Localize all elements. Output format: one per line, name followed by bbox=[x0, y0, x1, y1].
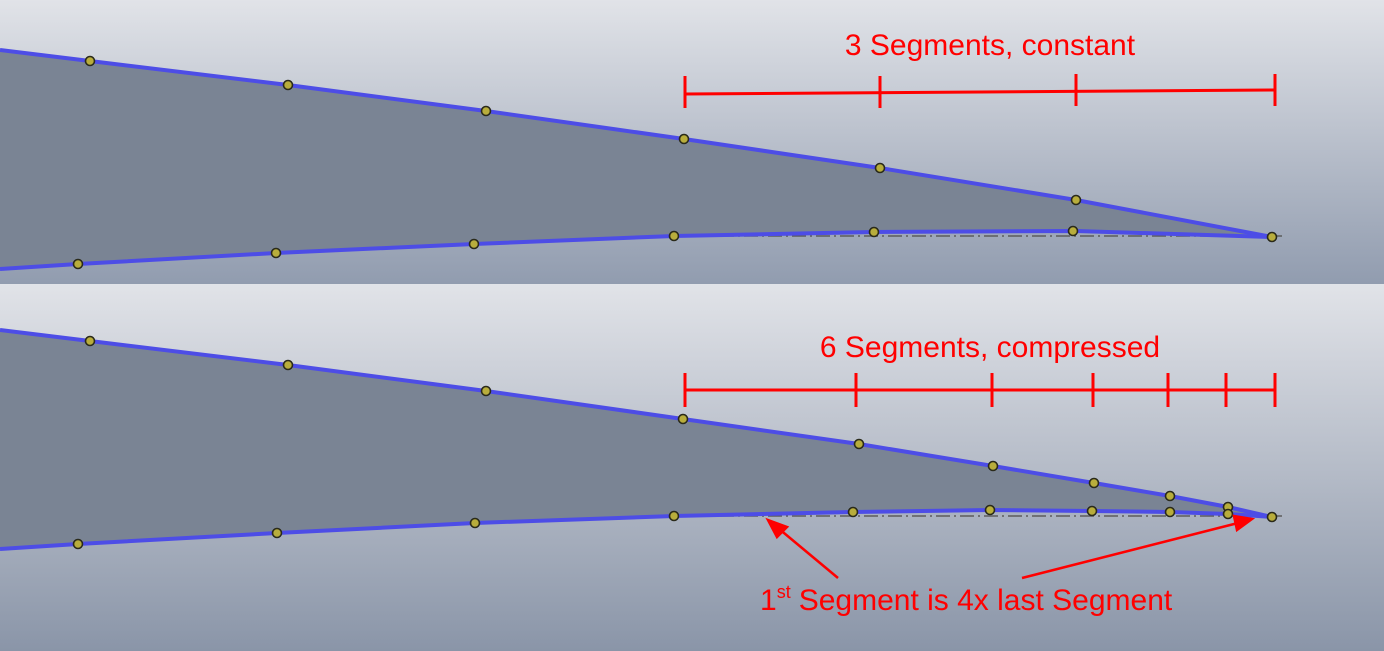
note-ordinal: 1 bbox=[760, 584, 777, 617]
profile-point bbox=[72, 258, 84, 270]
profile-point bbox=[668, 510, 680, 522]
profile-point bbox=[469, 517, 481, 529]
profile-point bbox=[668, 230, 680, 242]
profile-point bbox=[480, 385, 492, 397]
profile-point bbox=[1164, 506, 1176, 518]
profile-point bbox=[678, 133, 690, 145]
profile-point bbox=[271, 527, 283, 539]
profile-point bbox=[1164, 490, 1176, 502]
profile-point bbox=[1070, 194, 1082, 206]
profile-point bbox=[282, 359, 294, 371]
note-body: Segment is 4x last Segment bbox=[799, 584, 1173, 617]
note-ordinal-suffix: st bbox=[777, 582, 791, 602]
panel-bottom-title: 6 Segments, compressed bbox=[820, 331, 1160, 364]
panel-top-title: 3 Segments, constant bbox=[845, 29, 1136, 62]
profile-point bbox=[270, 247, 282, 259]
profile-point bbox=[72, 538, 84, 550]
profile-point bbox=[987, 460, 999, 472]
trailing-edge-diagram: 3 Segments, constant 6 Segments, compres… bbox=[0, 0, 1384, 651]
profile-point bbox=[1067, 225, 1079, 237]
profile-point bbox=[84, 55, 96, 67]
profile-point bbox=[853, 438, 865, 450]
profile-point bbox=[468, 238, 480, 250]
profile-point bbox=[84, 335, 96, 347]
profile-point bbox=[480, 105, 492, 117]
profile-point bbox=[868, 226, 880, 238]
profile-point bbox=[282, 79, 294, 91]
segment-ratio-note: 1st Segment is 4x last Segment bbox=[760, 582, 1173, 617]
profile-point bbox=[1088, 477, 1100, 489]
panel-bottom: 6 Segments, compressed 1st Segment is 4x … bbox=[0, 284, 1384, 651]
profile-point bbox=[874, 162, 886, 174]
trailing-edge-point bbox=[1266, 511, 1278, 523]
profile-point bbox=[677, 413, 689, 425]
profile-point bbox=[1222, 508, 1234, 520]
panel-top: 3 Segments, constant bbox=[0, 0, 1384, 284]
trailing-edge-point bbox=[1266, 231, 1278, 243]
profile-point bbox=[984, 504, 996, 516]
profile-point bbox=[847, 506, 859, 518]
profile-point bbox=[1086, 505, 1098, 517]
